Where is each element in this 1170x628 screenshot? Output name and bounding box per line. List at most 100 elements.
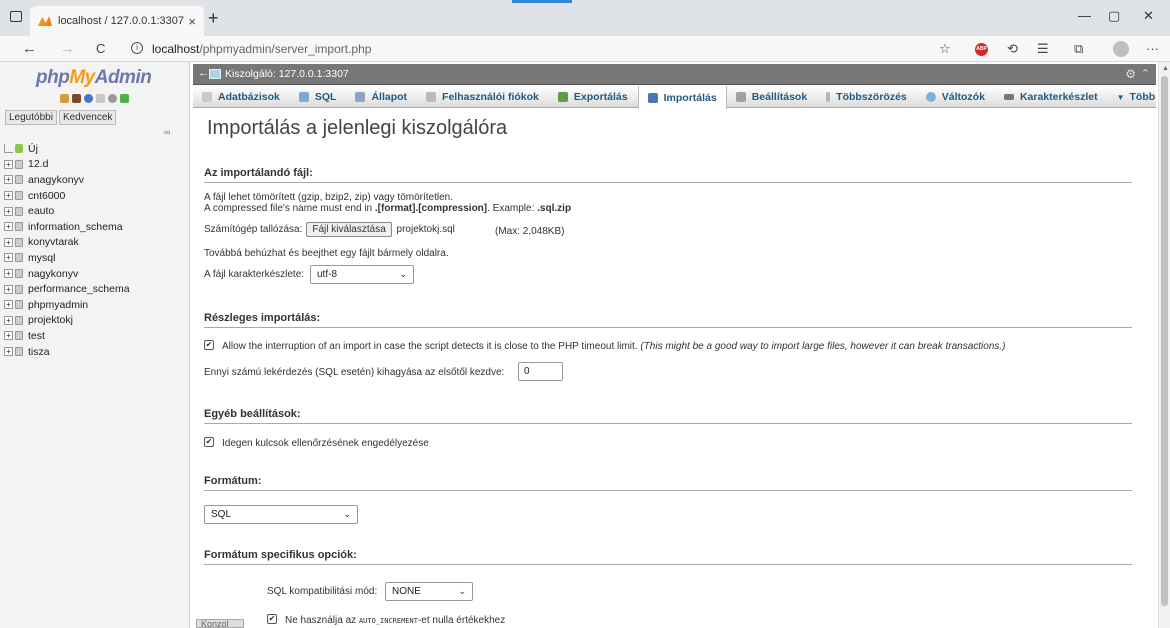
tree-database-item[interactable]: + nagykonyv	[4, 266, 130, 282]
expand-icon[interactable]: +	[4, 331, 13, 341]
format-select[interactable]: SQL ⌄	[204, 505, 358, 524]
tab-charsets[interactable]: Karakterkészlet	[995, 86, 1108, 108]
forward-button[interactable]: →	[60, 40, 75, 57]
tree-database-item[interactable]: + information_schema	[4, 219, 130, 235]
gear-icon[interactable]: ⚙	[1125, 67, 1136, 81]
favorite-star-icon[interactable]: ☆	[939, 41, 951, 57]
browser-tab[interactable]: localhost / 127.0.0.1:3307 | phpMy ×	[30, 6, 204, 36]
page-scrollbar[interactable]: ▲	[1158, 62, 1170, 628]
collections-icon[interactable]: ⧉	[1074, 41, 1083, 57]
maximize-button[interactable]: ▢	[1108, 8, 1120, 24]
scroll-up-icon[interactable]: ▲	[1162, 65, 1169, 72]
no-auto-value-checkbox[interactable]: ✔	[267, 614, 277, 625]
tab-recent[interactable]: Legutóbbi	[5, 110, 57, 125]
new-tab-button[interactable]: +	[208, 8, 219, 29]
tab-user-accounts[interactable]: Felhasználói fiókok	[417, 86, 549, 108]
replication-icon	[826, 92, 831, 102]
extensions-icon[interactable]: ⟲	[1007, 41, 1018, 57]
tree-database-item[interactable]: + cnt6000	[4, 188, 130, 204]
reload-nav-icon[interactable]	[120, 94, 129, 103]
expand-icon[interactable]: +	[4, 269, 13, 279]
reload-button[interactable]: C	[96, 41, 105, 56]
help-icon[interactable]	[84, 94, 93, 103]
new-database-icon	[15, 144, 23, 154]
database-name: performance_schema	[28, 283, 130, 296]
chosen-file-name: projektokj.sql	[396, 224, 455, 235]
expand-icon[interactable]: +	[4, 206, 13, 216]
expand-icon[interactable]: +	[4, 191, 13, 201]
link-with-main-icon[interactable]: ∞	[164, 127, 170, 137]
tab-export[interactable]: Exportálás	[549, 86, 638, 108]
tab-close-icon[interactable]: ×	[188, 14, 196, 29]
site-info-icon[interactable]: i	[131, 42, 143, 54]
database-icon	[15, 222, 23, 232]
tab-replication[interactable]: Többszörözés	[817, 86, 917, 108]
database-icon	[15, 206, 23, 216]
tree-database-item[interactable]: + tisza	[4, 344, 130, 360]
tab-import[interactable]: Importálás	[637, 86, 727, 109]
tree-database-item[interactable]: + anagykonyv	[4, 172, 130, 188]
collapse-top-icon[interactable]: ⌃	[1141, 67, 1150, 80]
tab-sql[interactable]: SQL	[290, 86, 347, 108]
tab-variables[interactable]: Változók	[917, 86, 995, 108]
requirement-example: .sql.zip	[537, 203, 572, 214]
tab-favorites[interactable]: Kedvencek	[58, 110, 117, 125]
tab-label: SQL	[314, 91, 337, 103]
tree-database-item[interactable]: + mysql	[4, 250, 130, 266]
console-toggle[interactable]: Konzol	[196, 619, 244, 628]
expand-icon[interactable]: +	[4, 175, 13, 185]
skip-queries-input[interactable]: 0	[518, 362, 563, 381]
logout-icon[interactable]	[72, 94, 81, 103]
expand-icon[interactable]: +	[4, 300, 13, 310]
back-button[interactable]: ←	[22, 40, 37, 57]
tab-actions-icon[interactable]	[10, 11, 22, 22]
close-window-button[interactable]: ✕	[1143, 8, 1154, 24]
tree-database-item[interactable]: + performance_schema	[4, 281, 130, 297]
tree-new-database[interactable]: Új	[4, 141, 130, 157]
other-options-section-title: Egyéb beállítások:	[204, 408, 1132, 424]
charset-icon	[1003, 94, 1014, 100]
expand-icon[interactable]: +	[4, 347, 13, 357]
browser-menu-icon[interactable]: ···	[1146, 41, 1159, 56]
home-icon[interactable]	[60, 94, 69, 103]
interrupt-option: ✔ Allow the interruption of an import in …	[204, 340, 1006, 352]
expand-icon[interactable]: +	[4, 315, 13, 325]
address-field[interactable]: localhost/phpmyadmin/server_import.php	[152, 42, 371, 56]
docs-icon[interactable]	[96, 94, 105, 103]
favorites-icon[interactable]: ☰	[1037, 41, 1049, 57]
expand-icon[interactable]: +	[4, 253, 13, 263]
collapse-nav-icon[interactable]: ←	[198, 67, 209, 79]
foreign-key-checkbox[interactable]: ✔	[204, 437, 214, 448]
expand-icon[interactable]: +	[4, 237, 13, 247]
minimize-button[interactable]: —	[1078, 8, 1091, 23]
tree-database-item[interactable]: + projektokj	[4, 313, 130, 329]
expand-icon[interactable]: +	[4, 284, 13, 294]
database-icon	[15, 237, 23, 247]
server-label[interactable]: Kiszolgáló: 127.0.0.1:3307	[225, 68, 349, 80]
database-name: anagykonyv	[28, 173, 85, 186]
sql-icon	[298, 92, 309, 102]
tree-database-item[interactable]: + phpmyadmin	[4, 297, 130, 313]
tree-database-item[interactable]: + test	[4, 328, 130, 344]
choose-file-button[interactable]: Fájl kiválasztása	[306, 222, 392, 237]
database-name: cnt6000	[28, 189, 66, 202]
interrupt-checkbox[interactable]: ✔	[204, 340, 214, 351]
tab-settings[interactable]: Beállítások	[727, 86, 817, 108]
adblock-plus-icon[interactable]: ABP	[975, 43, 988, 56]
scrollbar-thumb[interactable]	[1161, 76, 1168, 606]
tab-databases[interactable]: Adatbázisok	[193, 86, 290, 108]
tab-label: Felhasználói fiókok	[442, 91, 539, 103]
expand-icon[interactable]: +	[4, 222, 13, 232]
charset-select[interactable]: utf-8 ⌄	[310, 265, 414, 284]
tree-database-item[interactable]: +12.d	[4, 157, 130, 173]
tab-more[interactable]: ▼ Több	[1108, 86, 1166, 108]
expand-icon[interactable]: +	[4, 159, 13, 169]
users-icon	[426, 92, 437, 102]
tree-database-item[interactable]: + eauto	[4, 203, 130, 219]
phpmyadmin-logo[interactable]: phpMyAdmin	[36, 67, 152, 89]
compat-mode-select[interactable]: NONE ⌄	[385, 582, 473, 601]
profile-avatar[interactable]	[1113, 41, 1129, 57]
tab-status[interactable]: Állapot	[346, 86, 417, 108]
settings-icon[interactable]	[108, 94, 117, 103]
tree-database-item[interactable]: + konyvtarak	[4, 235, 130, 251]
